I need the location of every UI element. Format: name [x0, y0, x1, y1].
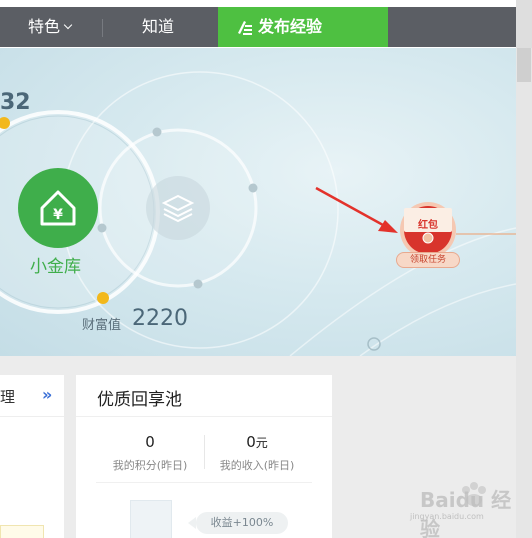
chevron-down-icon [63, 20, 73, 30]
quality-pool-card: 优质回享池 0 我的积分(昨日) 0元 我的收入(昨日) 收益+100% [76, 375, 332, 538]
baidu-watermark: Baidu 经验 jingyan.baidu.com [404, 476, 516, 538]
publish-label: 发布经验 [258, 17, 323, 36]
pool-card-title: 优质回享池 [97, 390, 182, 410]
vault-label[interactable]: 小金库 [30, 252, 81, 277]
income-tag: 收益+100% [188, 512, 288, 534]
pen-icon [238, 21, 252, 35]
metric-divider [204, 435, 205, 469]
publish-experience-button[interactable]: 发布经验 [218, 7, 388, 47]
pool-card-header: 优质回享池 [76, 375, 332, 417]
scrollbar-thumb[interactable] [517, 48, 531, 82]
nav-item-zhidao[interactable]: 知道 [142, 7, 174, 47]
income-value: 0 [246, 433, 256, 451]
points-value: 0 [145, 433, 155, 451]
wealth-label: 财富值 [82, 318, 122, 333]
card-divider [96, 482, 312, 483]
nav-zhidao-label: 知道 [142, 17, 175, 36]
partial-stat-value: 32 [0, 90, 31, 115]
page: 特色 知道 发布经验 32 ¥ 小金库 财富值 2220 红包 领取任务 理 »… [0, 0, 532, 538]
page-scrollbar[interactable] [516, 48, 532, 538]
income-label: 我的收入(昨日) [219, 459, 295, 472]
red-packet-button[interactable]: 红包 领取任务 [394, 202, 462, 274]
wealth-banner: 32 ¥ 小金库 财富值 2220 红包 领取任务 [0, 48, 516, 356]
left-card-title: 理 [0, 388, 16, 406]
top-nav: 特色 知道 发布经验 [0, 0, 532, 48]
gold-dot [97, 292, 109, 304]
left-card: 理 » [0, 375, 64, 538]
vault-house-icon[interactable]: ¥ [36, 186, 80, 230]
layers-icon [161, 194, 195, 223]
hint-box [0, 525, 44, 538]
income-metric: 0元 我的收入(昨日) [207, 433, 307, 473]
nav-teshe-label: 特色 [28, 17, 61, 36]
wealth-value: 2220 [132, 306, 188, 331]
income-value-line: 0元 [207, 433, 307, 451]
watermark-text: Baidu 经验 [420, 488, 512, 538]
more-arrow-icon[interactable]: » [42, 385, 52, 404]
watermark-url: jingyan.baidu.com [410, 512, 484, 521]
left-card-header: 理 » [0, 375, 64, 417]
nav-item-teshe[interactable]: 特色 [28, 7, 73, 47]
points-metric: 0 我的积分(昨日) [100, 433, 200, 473]
nav-divider [102, 19, 103, 37]
income-bar [130, 500, 172, 538]
income-unit: 元 [255, 436, 268, 450]
svg-text:¥: ¥ [53, 207, 63, 223]
claim-task-button[interactable]: 领取任务 [396, 252, 460, 268]
points-label: 我的积分(昨日) [112, 459, 188, 472]
red-packet-label: 红包 [418, 220, 438, 231]
